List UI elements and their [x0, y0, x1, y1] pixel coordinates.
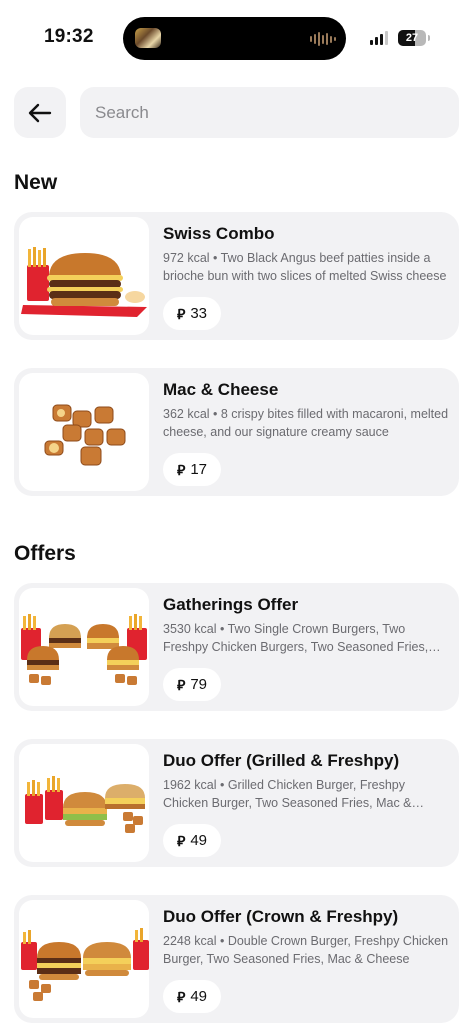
- price-badge: ⃁ 33: [163, 297, 222, 330]
- battery-level: 27: [405, 32, 419, 44]
- product-description: 362 kcal • 8 crispy bites filled with ma…: [163, 407, 449, 439]
- status-time: 19:32: [44, 26, 94, 47]
- product-title: Mac & Cheese: [163, 380, 279, 399]
- product-price: 17: [190, 461, 208, 478]
- product-title: Swiss Combo: [163, 224, 275, 243]
- product-image: [19, 373, 149, 491]
- product-description: 3530 kcal • Two Single Crown Burgers, Tw…: [163, 622, 429, 654]
- product-description: 2248 kcal • Double Crown Burger, Freshpy…: [163, 934, 449, 966]
- product-card[interactable]: Mac & Cheese 362 kcal • 8 crispy bites f…: [14, 368, 459, 496]
- product-image: [19, 217, 149, 335]
- product-description: 1962 kcal • Grilled Chicken Burger, Fres…: [163, 778, 412, 810]
- product-description: 972 kcal • Two Black Angus beef patties …: [163, 251, 447, 283]
- section-title-offers: Offers: [14, 542, 76, 565]
- product-price: 33: [190, 305, 208, 322]
- product-title: Duo Offer (Grilled & Freshpy): [163, 751, 400, 770]
- back-button[interactable]: [14, 87, 66, 138]
- product-image: [19, 588, 149, 706]
- price-badge: ⃁ 49: [163, 980, 222, 1013]
- now-playing-artwork: [135, 28, 161, 48]
- product-price: 49: [190, 988, 208, 1005]
- product-card[interactable]: Swiss Combo 972 kcal • Two Black Angus b…: [14, 212, 459, 340]
- price-badge: ⃁ 17: [163, 453, 222, 486]
- product-price: 79: [190, 676, 208, 693]
- product-price: 49: [190, 832, 208, 849]
- battery-icon: 27: [398, 30, 426, 46]
- arrow-left-icon: [28, 103, 52, 122]
- product-image: [19, 744, 149, 862]
- product-card[interactable]: Duo Offer (Crown & Freshpy) 2248 kcal • …: [14, 895, 459, 1023]
- riyal-currency-icon: ⃁: [177, 676, 186, 693]
- product-title: Gatherings Offer: [163, 595, 299, 614]
- section-title-new: New: [14, 171, 58, 194]
- product-title: Duo Offer (Crown & Freshpy): [163, 907, 399, 926]
- riyal-currency-icon: ⃁: [177, 461, 186, 478]
- price-badge: ⃁ 49: [163, 824, 222, 857]
- status-bar: 19:32 27: [0, 0, 473, 76]
- riyal-currency-icon: ⃁: [177, 305, 186, 322]
- cellular-signal-icon: [370, 31, 388, 45]
- audio-waveform-icon: [310, 31, 336, 47]
- riyal-currency-icon: ⃁: [177, 988, 186, 1005]
- product-card[interactable]: Duo Offer (Grilled & Freshpy) 1962 kcal …: [14, 739, 459, 867]
- product-image: [19, 900, 149, 1018]
- search-box[interactable]: [80, 87, 459, 138]
- product-card[interactable]: Gatherings Offer 3530 kcal • Two Single …: [14, 583, 459, 711]
- dynamic-island: [123, 17, 346, 60]
- riyal-currency-icon: ⃁: [177, 832, 186, 849]
- search-input[interactable]: [80, 87, 459, 138]
- battery-cap: [428, 35, 430, 41]
- price-badge: ⃁ 79: [163, 668, 222, 701]
